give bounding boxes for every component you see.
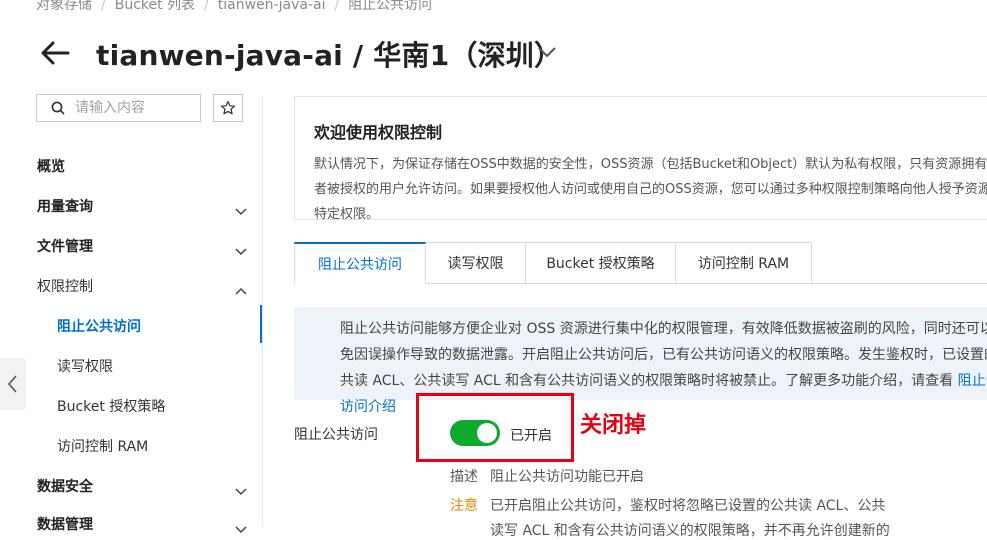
- sidebar-search-box: [36, 94, 201, 122]
- breadcrumb-item-current: 阻止公共访问: [348, 0, 433, 13]
- chevron-down-icon: [234, 520, 248, 534]
- breadcrumb-item-bucket[interactable]: tianwen-java-ai: [218, 0, 326, 13]
- star-icon: [220, 100, 236, 115]
- sidebar-item-usage[interactable]: 用量查询: [37, 196, 93, 216]
- back-arrow-icon[interactable]: [38, 36, 72, 70]
- sidebar-item-data-security[interactable]: 数据安全: [37, 476, 93, 496]
- favorite-button[interactable]: [213, 94, 243, 122]
- sidebar-item-data-management[interactable]: 数据管理: [37, 514, 93, 534]
- breadcrumb-item-oss[interactable]: 对象存储: [36, 0, 92, 13]
- breadcrumb-separator: /: [334, 0, 340, 13]
- annotation-highlight-box: [416, 393, 574, 462]
- sidebar-item-files[interactable]: 文件管理: [37, 236, 93, 256]
- note-value-continued: 读写 ACL 和含有公共访问语义的权限策略，并不再允许创建新的: [490, 523, 890, 539]
- page-title: tianwen-java-ai / 华南1（深圳）: [96, 39, 563, 72]
- permission-tabs: 阻止公共访问 读写权限 Bucket 授权策略 访问控制 RAM: [294, 242, 812, 284]
- breadcrumb: 对象存储 / Bucket 列表 / tianwen-java-ai / 阻止公共访问: [36, 0, 432, 14]
- welcome-description: 默认情况下，为保证存储在OSS中数据的安全性，OSS资源（包括Bucket和Ob…: [314, 157, 987, 222]
- sidebar-collapse-button[interactable]: [0, 358, 26, 410]
- sidebar-item-bucket-policy[interactable]: Bucket 授权策略: [57, 396, 165, 416]
- info-body: 阻止公共访问能够方便企业对 OSS 资源进行集中化的权限管理，有效降低数据被盗刷…: [340, 321, 987, 389]
- region-dropdown-chevron-icon[interactable]: [536, 43, 558, 61]
- sidebar-item-block-public-access[interactable]: 阻止公共访问: [57, 316, 141, 336]
- chevron-down-icon: [234, 482, 248, 496]
- sidebar-item-ram[interactable]: 访问控制 RAM: [57, 436, 148, 456]
- search-icon: [51, 101, 65, 115]
- chevron-down-icon: [234, 242, 248, 256]
- setting-label: 阻止公共访问: [294, 427, 378, 443]
- sidebar-item-read-write[interactable]: 读写权限: [57, 356, 113, 376]
- tabs-baseline: [812, 283, 987, 284]
- tab-bucket-policy[interactable]: Bucket 授权策略: [526, 242, 676, 284]
- note-value: 已开启阻止公共访问，鉴权时将忽略已设置的公共读 ACL、公共: [490, 498, 886, 514]
- welcome-title: 欢迎使用权限控制: [314, 123, 443, 142]
- tab-ram[interactable]: 访问控制 RAM: [676, 242, 812, 284]
- chevron-left-icon: [7, 375, 17, 393]
- description-value: 阻止公共访问功能已开启: [490, 469, 644, 485]
- breadcrumb-item-bucket-list[interactable]: Bucket 列表: [115, 0, 195, 13]
- sidebar-item-overview[interactable]: 概览: [37, 156, 65, 176]
- sidebar-divider: [262, 96, 263, 526]
- sidebar-search-input[interactable]: [75, 100, 185, 116]
- annotation-text: 关闭掉: [580, 413, 647, 438]
- chevron-up-icon: [234, 281, 248, 295]
- breadcrumb-separator: /: [101, 0, 106, 13]
- breadcrumb-separator: /: [204, 0, 209, 13]
- sidebar-item-permissions[interactable]: 权限控制: [37, 276, 93, 296]
- chevron-down-icon: [234, 202, 248, 216]
- tab-read-write[interactable]: 读写权限: [426, 242, 526, 284]
- tab-block-public-access[interactable]: 阻止公共访问: [294, 242, 426, 284]
- note-label: 注意: [450, 498, 478, 514]
- description-label: 描述: [450, 469, 478, 485]
